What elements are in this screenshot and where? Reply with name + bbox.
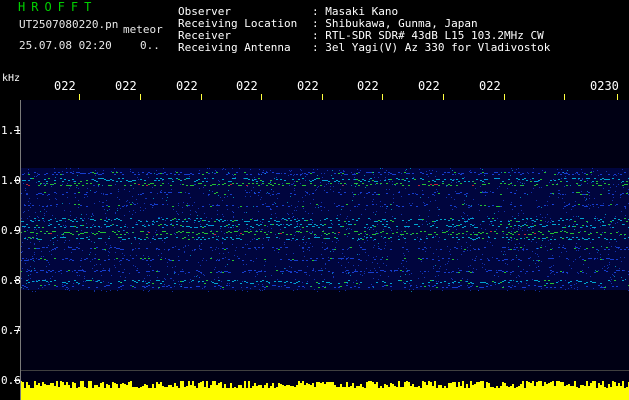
time-tick-label: 022 [54,79,76,93]
time-tick-label: 022 [357,79,379,93]
app-title: HROFFT [18,0,98,14]
spectrogram-plot [20,100,629,400]
frequency-unit-label: kHz [2,73,21,84]
time-tick-label: 022 [479,79,501,93]
frequency-tick-mark [14,230,20,231]
receiver-label: Receiver [178,29,231,42]
time-tick-label: 022 [236,79,258,93]
frequency-tick-mark [14,330,20,331]
time-tick-label: 022 [297,79,319,93]
hrofft-window: HROFFT UT2507080220.pn meteor 25.07.08 0… [0,0,629,400]
frequency-axis-line [20,100,21,400]
observer-value: : Masaki Kano [312,5,399,18]
file-name: UT2507080220.pn [19,18,119,31]
antenna-label: Receiving Antenna [178,41,291,54]
timestamp: 25.07.08 02:20 [19,39,112,52]
status-value: 0.. [140,39,160,52]
file-type-label: meteor [123,23,163,36]
location-value: : Shibukawa, Gunma, Japan [312,17,478,30]
frequency-tick-mark [14,380,20,381]
time-tick-label: 022 [418,79,440,93]
observer-label: Observer [178,5,231,18]
spectrogram-canvas [20,168,629,400]
frequency-tick-mark [14,280,20,281]
frequency-tick-mark [14,180,20,181]
receiver-value: : RTL-SDR SDR# 43dB L15 103.2MHz CW [312,29,544,42]
time-tick-label: 022 [176,79,198,93]
antenna-value: : 3el Yagi(V) Az 330 for Vladivostok [312,41,551,54]
location-label: Receiving Location [178,17,298,30]
frequency-tick-mark [14,130,20,131]
time-tick-label: 0230 [590,79,619,93]
time-tick-label: 022 [115,79,137,93]
